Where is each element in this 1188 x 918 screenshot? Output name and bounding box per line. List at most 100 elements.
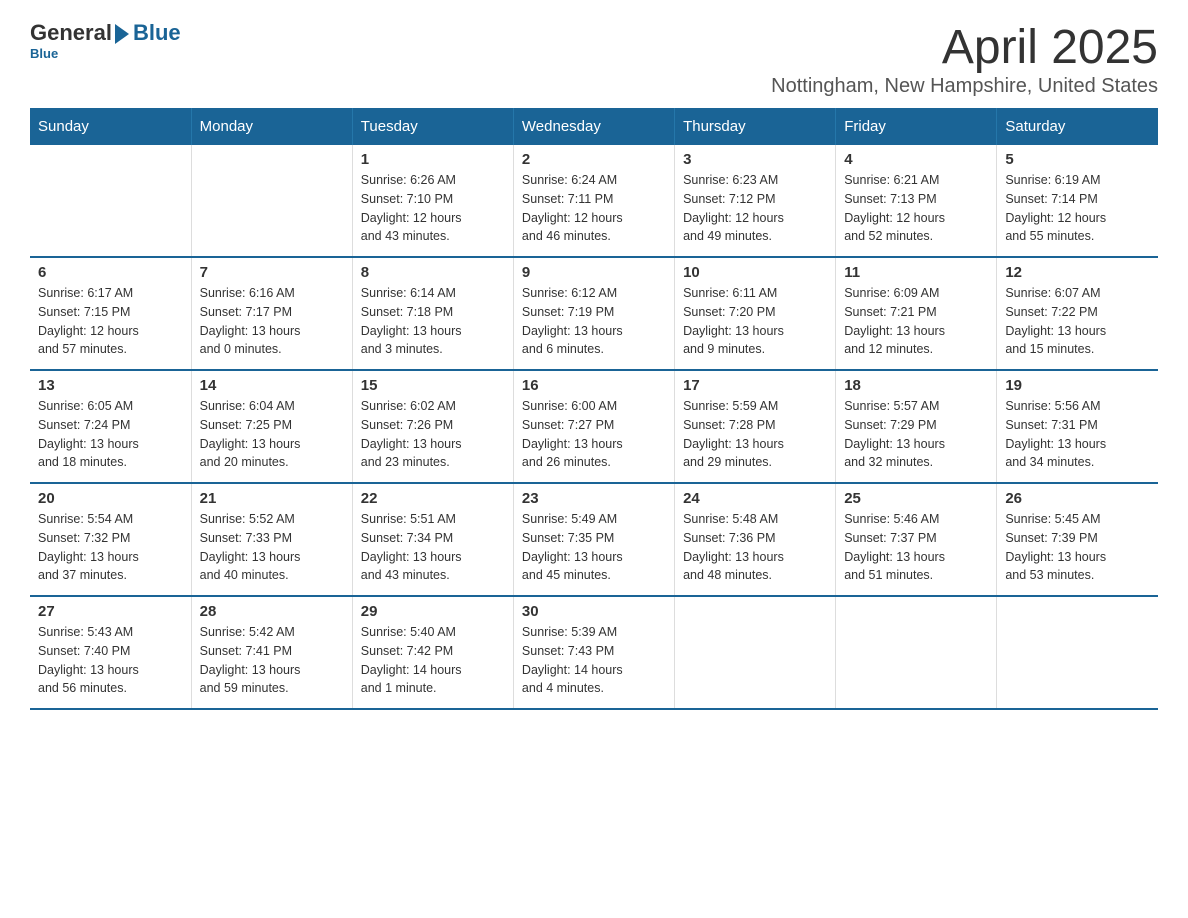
day-number: 20 (38, 490, 183, 507)
calendar-cell (30, 145, 191, 257)
day-info: Sunrise: 5:46 AMSunset: 7:37 PMDaylight:… (844, 510, 988, 585)
calendar-cell: 12 Sunrise: 6:07 AMSunset: 7:22 PMDayligh… (997, 257, 1158, 370)
day-number: 13 (38, 377, 183, 394)
day-info: Sunrise: 5:52 AMSunset: 7:33 PMDaylight:… (200, 510, 344, 585)
calendar-cell: 27 Sunrise: 5:43 AMSunset: 7:40 PMDayligh… (30, 596, 191, 709)
day-number: 29 (361, 603, 505, 620)
calendar-cell: 11 Sunrise: 6:09 AMSunset: 7:21 PMDayligh… (836, 257, 997, 370)
day-number: 23 (522, 490, 666, 507)
logo-blue-text: Blue (133, 20, 181, 46)
calendar-cell: 17Sunrise: 5:59 AMSunset: 7:28 PMDayligh… (675, 370, 836, 483)
day-number: 14 (200, 377, 344, 394)
day-number: 30 (522, 603, 666, 620)
day-info: Sunrise: 5:57 AMSunset: 7:29 PMDaylight:… (844, 397, 988, 472)
day-number: 18 (844, 377, 988, 394)
title-section: April 2025 Nottingham, New Hampshire, Un… (771, 20, 1158, 98)
week-row-2: 6Sunrise: 6:17 AMSunset: 7:15 PMDaylight… (30, 257, 1158, 370)
day-number: 3 (683, 151, 827, 168)
day-number: 25 (844, 490, 988, 507)
day-number: 9 (522, 264, 666, 281)
day-info: Sunrise: 6:07 AMSunset: 7:22 PMDaylight:… (1005, 284, 1150, 359)
day-number: 12 (1005, 264, 1150, 281)
calendar-cell: 8Sunrise: 6:14 AMSunset: 7:18 PMDaylight… (352, 257, 513, 370)
page-header: General Blue Blue April 2025 Nottingham,… (30, 20, 1158, 98)
calendar-cell: 7 Sunrise: 6:16 AMSunset: 7:17 PMDaylight… (191, 257, 352, 370)
day-info: Sunrise: 6:21 AMSunset: 7:13 PMDaylight:… (844, 171, 988, 246)
calendar-cell: 28 Sunrise: 5:42 AMSunset: 7:41 PMDayligh… (191, 596, 352, 709)
weekday-header-wednesday: Wednesday (513, 108, 674, 145)
calendar-cell: 22 Sunrise: 5:51 AMSunset: 7:34 PMDayligh… (352, 483, 513, 596)
day-info: Sunrise: 5:49 AMSunset: 7:35 PMDaylight:… (522, 510, 666, 585)
calendar-cell: 9 Sunrise: 6:12 AMSunset: 7:19 PMDaylight… (513, 257, 674, 370)
day-info: Sunrise: 6:11 AMSunset: 7:20 PMDaylight:… (683, 284, 827, 359)
day-info: Sunrise: 6:00 AMSunset: 7:27 PMDaylight:… (522, 397, 666, 472)
day-number: 21 (200, 490, 344, 507)
calendar-table: SundayMondayTuesdayWednesdayThursdayFrid… (30, 108, 1158, 710)
calendar-cell: 14 Sunrise: 6:04 AMSunset: 7:25 PMDayligh… (191, 370, 352, 483)
day-info: Sunrise: 6:04 AMSunset: 7:25 PMDaylight:… (200, 397, 344, 472)
day-number: 26 (1005, 490, 1150, 507)
weekday-header-tuesday: Tuesday (352, 108, 513, 145)
logo-arrow-icon (115, 24, 129, 44)
calendar-cell (997, 596, 1158, 709)
day-info: Sunrise: 6:05 AMSunset: 7:24 PMDaylight:… (38, 397, 183, 472)
calendar-cell (836, 596, 997, 709)
logo-tagline: Blue (30, 46, 58, 61)
day-info: Sunrise: 6:26 AMSunset: 7:10 PMDaylight:… (361, 171, 505, 246)
day-number: 19 (1005, 377, 1150, 394)
day-info: Sunrise: 5:48 AMSunset: 7:36 PMDaylight:… (683, 510, 827, 585)
calendar-cell: 4Sunrise: 6:21 AMSunset: 7:13 PMDaylight… (836, 145, 997, 257)
day-number: 11 (844, 264, 988, 281)
calendar-cell (675, 596, 836, 709)
day-info: Sunrise: 6:24 AMSunset: 7:11 PMDaylight:… (522, 171, 666, 246)
week-row-1: 1Sunrise: 6:26 AMSunset: 7:10 PMDaylight… (30, 145, 1158, 257)
day-number: 16 (522, 377, 666, 394)
day-number: 17 (683, 377, 827, 394)
logo: General Blue Blue (30, 20, 181, 61)
weekday-header-monday: Monday (191, 108, 352, 145)
day-info: Sunrise: 6:23 AMSunset: 7:12 PMDaylight:… (683, 171, 827, 246)
day-info: Sunrise: 6:09 AMSunset: 7:21 PMDaylight:… (844, 284, 988, 359)
calendar-cell: 3 Sunrise: 6:23 AMSunset: 7:12 PMDaylight… (675, 145, 836, 257)
calendar-cell: 23 Sunrise: 5:49 AMSunset: 7:35 PMDayligh… (513, 483, 674, 596)
calendar-cell: 24Sunrise: 5:48 AMSunset: 7:36 PMDayligh… (675, 483, 836, 596)
calendar-cell: 15Sunrise: 6:02 AMSunset: 7:26 PMDayligh… (352, 370, 513, 483)
calendar-cell: 25 Sunrise: 5:46 AMSunset: 7:37 PMDayligh… (836, 483, 997, 596)
day-number: 22 (361, 490, 505, 507)
day-number: 28 (200, 603, 344, 620)
calendar-cell: 10 Sunrise: 6:11 AMSunset: 7:20 PMDayligh… (675, 257, 836, 370)
day-info: Sunrise: 5:54 AMSunset: 7:32 PMDaylight:… (38, 510, 183, 585)
day-info: Sunrise: 5:42 AMSunset: 7:41 PMDaylight:… (200, 623, 344, 698)
calendar-cell (191, 145, 352, 257)
calendar-cell: 1Sunrise: 6:26 AMSunset: 7:10 PMDaylight… (352, 145, 513, 257)
day-number: 27 (38, 603, 183, 620)
day-info: Sunrise: 6:19 AMSunset: 7:14 PMDaylight:… (1005, 171, 1150, 246)
day-number: 6 (38, 264, 183, 281)
day-number: 7 (200, 264, 344, 281)
calendar-cell: 30 Sunrise: 5:39 AMSunset: 7:43 PMDayligh… (513, 596, 674, 709)
day-number: 5 (1005, 151, 1150, 168)
day-number: 10 (683, 264, 827, 281)
day-info: Sunrise: 5:39 AMSunset: 7:43 PMDaylight:… (522, 623, 666, 698)
day-info: Sunrise: 5:56 AMSunset: 7:31 PMDaylight:… (1005, 397, 1150, 472)
weekday-header-sunday: Sunday (30, 108, 191, 145)
calendar-cell: 5 Sunrise: 6:19 AMSunset: 7:14 PMDaylight… (997, 145, 1158, 257)
logo-general-text: General (30, 20, 112, 46)
calendar-cell: 20 Sunrise: 5:54 AMSunset: 7:32 PMDayligh… (30, 483, 191, 596)
month-year-title: April 2025 (771, 20, 1158, 75)
day-info: Sunrise: 6:16 AMSunset: 7:17 PMDaylight:… (200, 284, 344, 359)
day-info: Sunrise: 5:40 AMSunset: 7:42 PMDaylight:… (361, 623, 505, 698)
day-number: 15 (361, 377, 505, 394)
calendar-cell: 13 Sunrise: 6:05 AMSunset: 7:24 PMDayligh… (30, 370, 191, 483)
calendar-cell: 21 Sunrise: 5:52 AMSunset: 7:33 PMDayligh… (191, 483, 352, 596)
calendar-cell: 29 Sunrise: 5:40 AMSunset: 7:42 PMDayligh… (352, 596, 513, 709)
day-number: 2 (522, 151, 666, 168)
day-info: Sunrise: 6:12 AMSunset: 7:19 PMDaylight:… (522, 284, 666, 359)
day-info: Sunrise: 5:45 AMSunset: 7:39 PMDaylight:… (1005, 510, 1150, 585)
calendar-cell: 2 Sunrise: 6:24 AMSunset: 7:11 PMDaylight… (513, 145, 674, 257)
day-info: Sunrise: 5:43 AMSunset: 7:40 PMDaylight:… (38, 623, 183, 698)
day-info: Sunrise: 5:51 AMSunset: 7:34 PMDaylight:… (361, 510, 505, 585)
weekday-header-row: SundayMondayTuesdayWednesdayThursdayFrid… (30, 108, 1158, 145)
week-row-5: 27 Sunrise: 5:43 AMSunset: 7:40 PMDayligh… (30, 596, 1158, 709)
calendar-cell: 18 Sunrise: 5:57 AMSunset: 7:29 PMDayligh… (836, 370, 997, 483)
